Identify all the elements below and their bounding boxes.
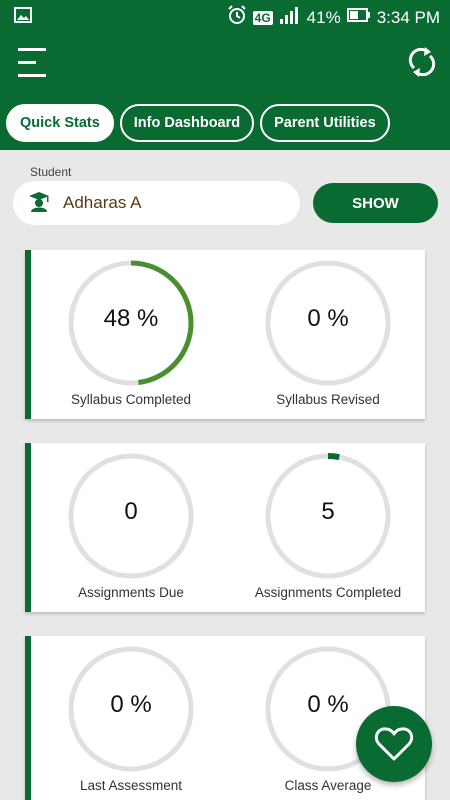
stat-label: Assignments Due	[78, 585, 184, 600]
stat-value: 0 %	[110, 691, 152, 718]
heart-icon	[374, 727, 414, 761]
stat-value: 0 %	[307, 305, 349, 332]
stats-card: 0 Assignments Due 5 Assignments Complete…	[25, 443, 425, 612]
student-name: Adharas A	[63, 193, 142, 212]
stat-value: 5	[321, 498, 335, 525]
student-selector[interactable]: Adharas A	[13, 181, 300, 225]
stat-value: 0	[124, 498, 138, 525]
stats-card: 48 % Syllabus Completed 0 % Syllabus Rev…	[25, 250, 425, 419]
stat-value: 48 %	[103, 305, 159, 332]
signal-icon	[279, 6, 301, 29]
network-badge: 4G	[252, 10, 273, 25]
stat-label: Assignments Completed	[254, 585, 402, 600]
stat-assignments-completed: 5 Assignments Completed	[228, 453, 428, 603]
stat-syllabus-completed: 48 % Syllabus Completed	[31, 260, 231, 410]
student-label: Student	[30, 165, 72, 179]
image-icon	[14, 7, 32, 28]
alarm-icon	[227, 5, 247, 30]
status-bar: 4G 41% 3:34 PM	[0, 0, 450, 32]
tab-parent-utilities[interactable]: Parent Utilities	[260, 104, 390, 142]
tab-bar: Quick Stats Info Dashboard Parent Utilit…	[6, 104, 390, 142]
graduate-icon	[27, 189, 51, 218]
tab-info-dashboard[interactable]: Info Dashboard	[119, 104, 255, 142]
battery-icon	[346, 7, 371, 28]
stat-syllabus-revised: 0 % Syllabus Revised	[228, 260, 428, 410]
menu-icon[interactable]	[16, 46, 50, 80]
stat-label: Syllabus Revised	[276, 392, 380, 407]
stat-label: Syllabus Completed	[70, 392, 192, 407]
favorite-button[interactable]	[356, 706, 432, 782]
app-bar: Quick Stats Info Dashboard Parent Utilit…	[0, 32, 450, 150]
stat-assignments-due: 0 Assignments Due	[31, 453, 231, 603]
show-button[interactable]: SHOW	[313, 183, 438, 223]
stat-label: Last Assessment	[79, 778, 183, 793]
battery-percent: 41%	[306, 7, 341, 27]
clock-time: 3:34 PM	[376, 7, 440, 27]
stat-last-assessment: 0 % Last Assessment	[31, 646, 231, 796]
tab-quick-stats[interactable]: Quick Stats	[6, 104, 114, 142]
refresh-icon[interactable]	[406, 44, 438, 80]
